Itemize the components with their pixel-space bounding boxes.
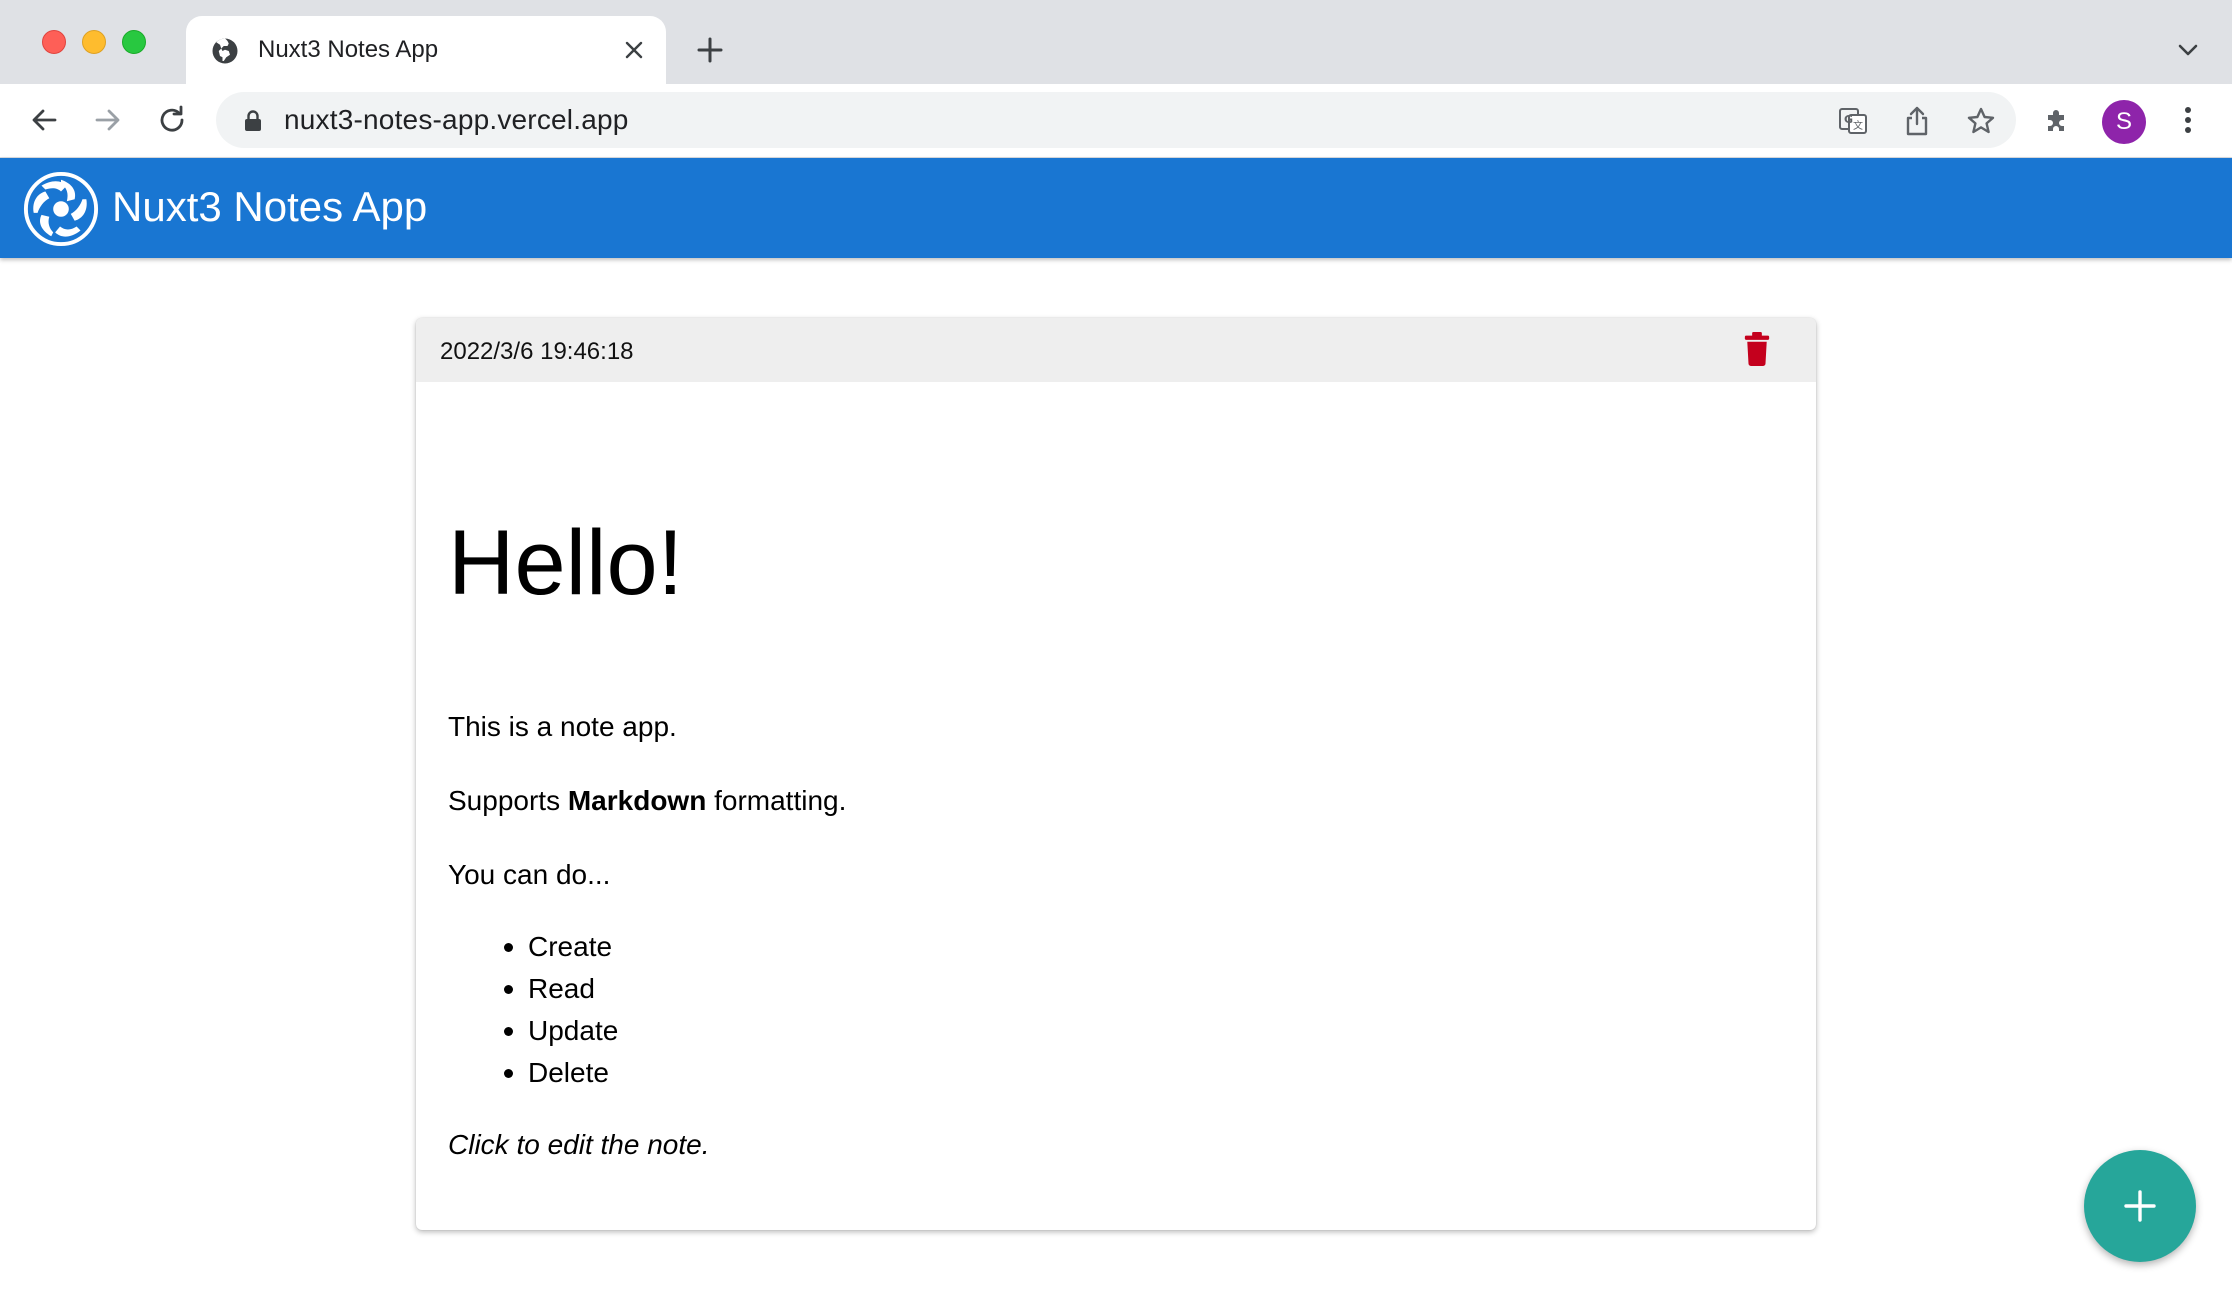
app-title: Nuxt3 Notes App	[112, 183, 428, 230]
bullet	[504, 943, 513, 952]
close-window-button[interactable]	[42, 30, 66, 54]
bold-text: Markdown	[567, 785, 707, 816]
address-bar[interactable]: nuxt3-notes-app.vercel.app G 文	[216, 92, 2016, 148]
list-item: Create	[504, 930, 618, 972]
list-item-text: Create	[528, 931, 613, 962]
star-icon[interactable]	[1964, 104, 1998, 138]
forward-icon[interactable]	[86, 98, 130, 142]
browser-toolbar: nuxt3-notes-app.vercel.app G 文 S	[0, 84, 2232, 158]
new-tab-icon[interactable]	[692, 32, 728, 68]
browser-tab-strip: Nuxt3 Notes App	[0, 0, 2232, 84]
list-item: Read	[504, 972, 618, 1014]
reload-icon[interactable]	[150, 98, 194, 142]
tab-title: Nuxt3 Notes App	[258, 36, 439, 63]
add-note-button[interactable]	[2084, 1150, 2196, 1262]
note-timestamp: 2022/3/6 19:46:18	[440, 338, 634, 365]
browser-tab[interactable]: Nuxt3 Notes App	[186, 16, 666, 84]
close-tab-icon[interactable]	[618, 34, 650, 66]
plus-icon	[2124, 1190, 2156, 1222]
list-item: Delete	[504, 1056, 618, 1098]
globe-icon	[212, 38, 238, 64]
paragraph-text: Supports	[448, 785, 568, 816]
note-paragraph: This is a note app.	[448, 711, 677, 742]
bullet	[504, 1069, 513, 1078]
bullet	[504, 985, 513, 994]
svg-text:文: 文	[1853, 119, 1863, 132]
url-text: nuxt3-notes-app.vercel.app	[284, 104, 629, 135]
translate-icon[interactable]: G 文	[1836, 104, 1870, 138]
list-item-text: Update	[528, 1015, 619, 1046]
profile-avatar[interactable]: S	[2102, 100, 2146, 144]
bullet	[504, 1027, 513, 1036]
note-card[interactable]: 2022/3/6 19:46:18 Hello! This is a note …	[416, 318, 1816, 1230]
share-icon[interactable]	[1900, 104, 1934, 138]
note-paragraph-markdown: Supports Markdown formatting.	[448, 784, 846, 818]
browser-menu-icon[interactable]	[2166, 98, 2210, 142]
note-list: Create Read Update Delete	[504, 930, 619, 1098]
list-item: Update	[504, 1014, 619, 1056]
app-header: Nuxt3 Notes App	[0, 158, 2232, 258]
minimize-window-button[interactable]	[82, 30, 106, 54]
note-card-header: 2022/3/6 19:46:18	[416, 318, 1816, 382]
quasar-logo-icon	[23, 171, 99, 247]
note-footer-hint: Click to edit the note.	[448, 1129, 710, 1160]
maximize-window-button[interactable]	[122, 30, 146, 54]
back-icon[interactable]	[22, 98, 66, 142]
paragraph-text: formatting.	[706, 785, 847, 816]
lock-icon	[245, 110, 261, 131]
chevron-down-icon[interactable]	[2174, 36, 2202, 64]
list-item-text: Delete	[528, 1057, 609, 1088]
svg-text:G: G	[1844, 113, 1853, 126]
trash-icon[interactable]	[1742, 332, 1772, 366]
note-paragraph: You can do...	[448, 859, 611, 890]
list-item-text: Read	[528, 973, 595, 1004]
note-heading: Hello!	[448, 512, 684, 614]
extensions-icon[interactable]	[2036, 98, 2080, 142]
